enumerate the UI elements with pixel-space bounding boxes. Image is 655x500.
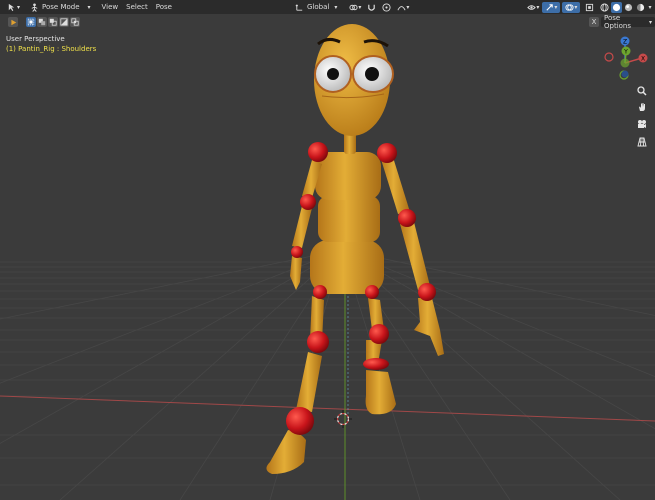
select-extend-icon [38,18,46,26]
gizmo-icon [546,3,554,11]
select-extend-button[interactable] [37,17,47,27]
perspective-label: User Perspective [6,35,65,43]
ortho-toggle-button[interactable] [636,136,648,148]
joint-left-hip[interactable] [313,285,327,299]
magnet-icon [368,4,376,11]
gizmo-center [620,58,630,68]
left-pupil [327,68,339,80]
shading-rendered-button[interactable] [635,2,646,13]
proportional-icon [382,2,391,12]
proportional-edit-toggle[interactable] [379,2,394,13]
active-object-label: (1) Pantin_Rig : Shoulders [6,45,97,53]
overlay-icon [565,3,574,11]
pose-mode-icon [31,2,38,12]
menu-pose[interactable]: Pose [152,2,176,13]
pivot-icon [349,4,358,10]
pose-options-button[interactable]: Pose Options ▾ [601,14,655,30]
orientation-label: Global [307,3,330,11]
xray-toggle[interactable] [582,2,597,13]
select-invert-icon [60,18,68,26]
overlay-toggle[interactable]: ▾ [562,1,581,13]
mode-label: Pose Mode [42,3,80,11]
select-intersect-button[interactable] [70,17,80,27]
select-invert-button[interactable] [59,17,69,27]
joint-right-wrist[interactable] [418,283,436,301]
gizmo-z-label: Z [623,39,627,46]
cursor-icon [8,3,15,11]
gizmo-toggle[interactable]: ▾ [542,1,561,13]
select-new-button[interactable] [26,17,36,27]
rendered-sphere-icon [637,3,645,11]
joint-left-elbow[interactable] [300,194,316,210]
shading-buttons [599,1,646,13]
sidebar-toggle-button[interactable]: X [589,17,599,27]
select-new-icon [27,18,35,26]
joint-left-shoulder[interactable] [308,142,328,162]
visibility-select[interactable]: ▾ [524,2,542,13]
shading-options-button[interactable]: ▾ [646,2,653,13]
gizmo-y-label: Y [623,49,628,56]
gizmo-neg-z[interactable] [621,70,629,78]
hand-icon [639,103,645,111]
select-subtract-icon [49,18,57,26]
select-subtract-button[interactable] [48,17,58,27]
torso-lower [318,196,380,242]
joint-left-knee[interactable] [307,331,329,353]
material-sphere-icon [625,3,633,11]
orientation-icon [295,4,303,11]
mode-select[interactable]: Pose Mode ▾ [27,2,94,13]
zoom-icon [637,86,647,96]
eye-icon [527,4,537,10]
camera-icon [638,120,646,128]
shading-material-button[interactable] [623,2,634,13]
zoom-button[interactable] [636,85,648,97]
select-mode-buttons [26,17,80,27]
right-pupil [365,67,379,81]
shading-wireframe-button[interactable] [599,2,610,13]
joint-right-ankle[interactable] [363,358,389,370]
wireframe-sphere-icon [600,2,609,12]
grid-icon [637,137,647,147]
gizmo-x-label: X [641,56,645,63]
viewport-header: ▾ Pose Mode ▾ View Select Pose Global ▾ … [0,0,655,14]
shading-solid-button[interactable] [611,1,623,13]
3d-viewport[interactable] [0,0,655,500]
pose-options-label: Pose Options [604,14,632,30]
solid-sphere-icon [613,3,621,11]
joint-left-wrist[interactable] [291,246,303,258]
joint-right-knee[interactable] [369,324,389,344]
editor-type-button[interactable]: ▾ [4,2,23,13]
snap-toggle[interactable] [364,2,379,13]
menu-select[interactable]: Select [122,2,152,13]
falloff-icon [397,5,406,10]
navigation-gizmo[interactable]: Z Y X [600,34,652,84]
proportional-falloff-select[interactable]: ▾ [394,2,412,13]
toolbar-toggle-button[interactable] [8,17,18,27]
gizmo-neg-x[interactable] [604,52,614,62]
play-icon [10,19,16,25]
menu-view[interactable]: View [98,2,123,13]
camera-view-button[interactable] [636,118,648,130]
joint-left-ankle[interactable] [286,407,314,435]
xray-icon [586,3,594,11]
tool-settings-row: X Pose Options ▾ [0,14,655,30]
joint-right-elbow[interactable] [398,209,416,227]
pan-button[interactable] [636,101,648,113]
transform-orientation-select[interactable]: Global ▾ [292,2,340,13]
joint-right-hip[interactable] [365,285,379,299]
pivot-select[interactable]: ▾ [346,2,364,13]
select-intersect-icon [71,18,79,26]
joint-right-shoulder[interactable] [377,143,397,163]
